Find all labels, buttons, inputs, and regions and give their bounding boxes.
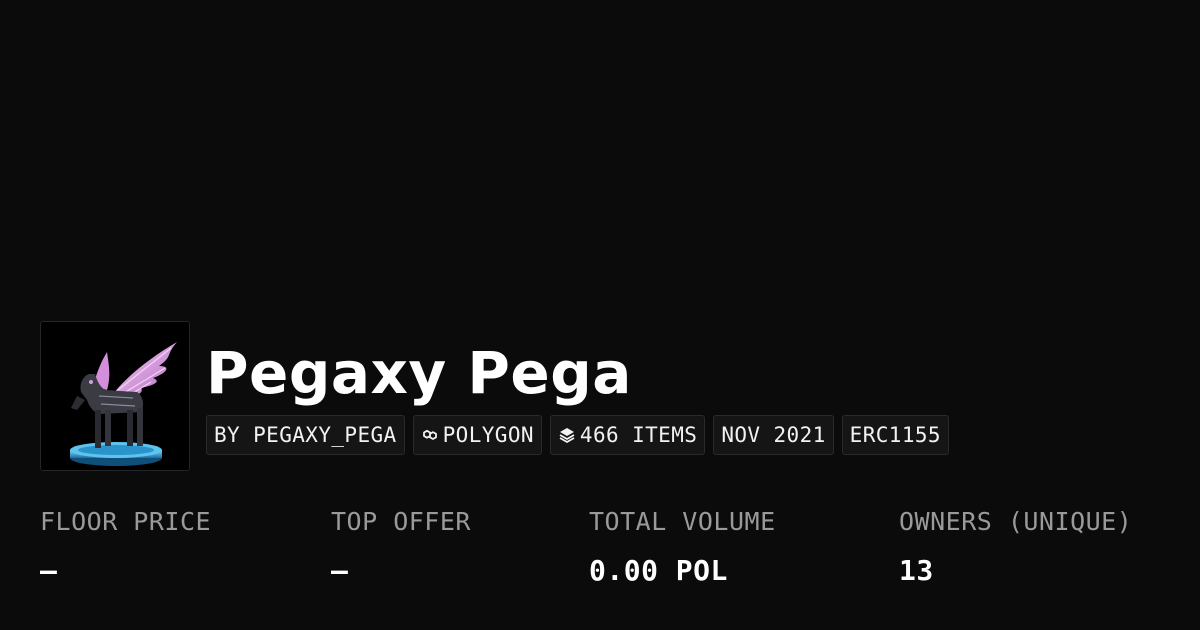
date-chip: NOV 2021	[713, 415, 834, 455]
standard-chip: ERC1155	[841, 415, 949, 455]
polygon-icon	[421, 426, 439, 444]
stat-value: –	[331, 554, 349, 587]
stat-floor-price: FLOOR PRICE –	[40, 502, 211, 590]
date-label: NOV 2021	[721, 423, 826, 447]
stat-label: FLOOR PRICE	[40, 507, 212, 536]
stat-value: 13	[899, 554, 934, 587]
stat-label: TOP OFFER	[331, 507, 471, 536]
chain-label: POLYGON	[442, 423, 534, 447]
creator-chip[interactable]: BY PEGAXY_PEGA	[206, 415, 405, 455]
stat-top-offer: TOP OFFER –	[331, 502, 471, 590]
chain-chip[interactable]: POLYGON	[412, 415, 542, 455]
items-label: 466 ITEMS	[579, 423, 698, 447]
layers-icon	[558, 426, 576, 444]
items-chip: 466 ITEMS	[549, 415, 706, 455]
stat-total-volume: TOTAL VOLUME 0.00 POL	[589, 502, 776, 590]
collection-title: Pegaxy Pega	[206, 339, 632, 407]
stat-label: OWNERS (UNIQUE)	[899, 507, 1133, 536]
stat-value: 0.00 POL	[589, 554, 728, 587]
stat-owners: OWNERS (UNIQUE) 13	[899, 502, 1132, 590]
standard-label: ERC1155	[849, 423, 941, 447]
stat-value: –	[40, 554, 58, 587]
collection-meta-chips: BY PEGAXY_PEGA POLYGON 466 ITEMS NOV 202…	[206, 415, 949, 455]
pegasus-image	[41, 322, 189, 470]
stat-label: TOTAL VOLUME	[589, 507, 776, 536]
creator-label: BY PEGAXY_PEGA	[214, 423, 397, 447]
collection-avatar	[40, 321, 190, 471]
